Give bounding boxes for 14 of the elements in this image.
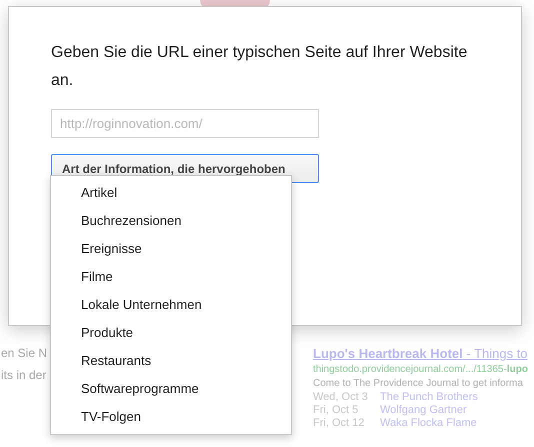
faded-text: en Sie N — [1, 345, 48, 362]
menu-option[interactable]: Restaurants — [51, 347, 291, 375]
url-input-field[interactable]: http://roginnovation.com/ — [51, 109, 319, 138]
result-snippet: Come to The Providence Journal to get informa — [313, 377, 524, 391]
prompt-text: Geben Sie die URL einer typischen Seite auf Ihrer Website an. — [51, 43, 468, 91]
menu-option[interactable]: Filme — [51, 263, 291, 291]
menu-option[interactable]: Produkte — [51, 319, 291, 347]
menu-option[interactable]: Ereignisse — [51, 235, 291, 263]
menu-option[interactable]: Lokale Unternehmen — [51, 291, 291, 319]
result-url: thingstodo.providencejournal.com/.../11365-lupo — [313, 363, 528, 377]
menu-option[interactable]: Softwareprogramme — [51, 375, 291, 403]
faded-text: its in der — [1, 367, 48, 384]
menu-option[interactable]: Buchrezensionen — [51, 207, 291, 235]
menu-option[interactable]: TV-Folgen — [51, 403, 291, 431]
